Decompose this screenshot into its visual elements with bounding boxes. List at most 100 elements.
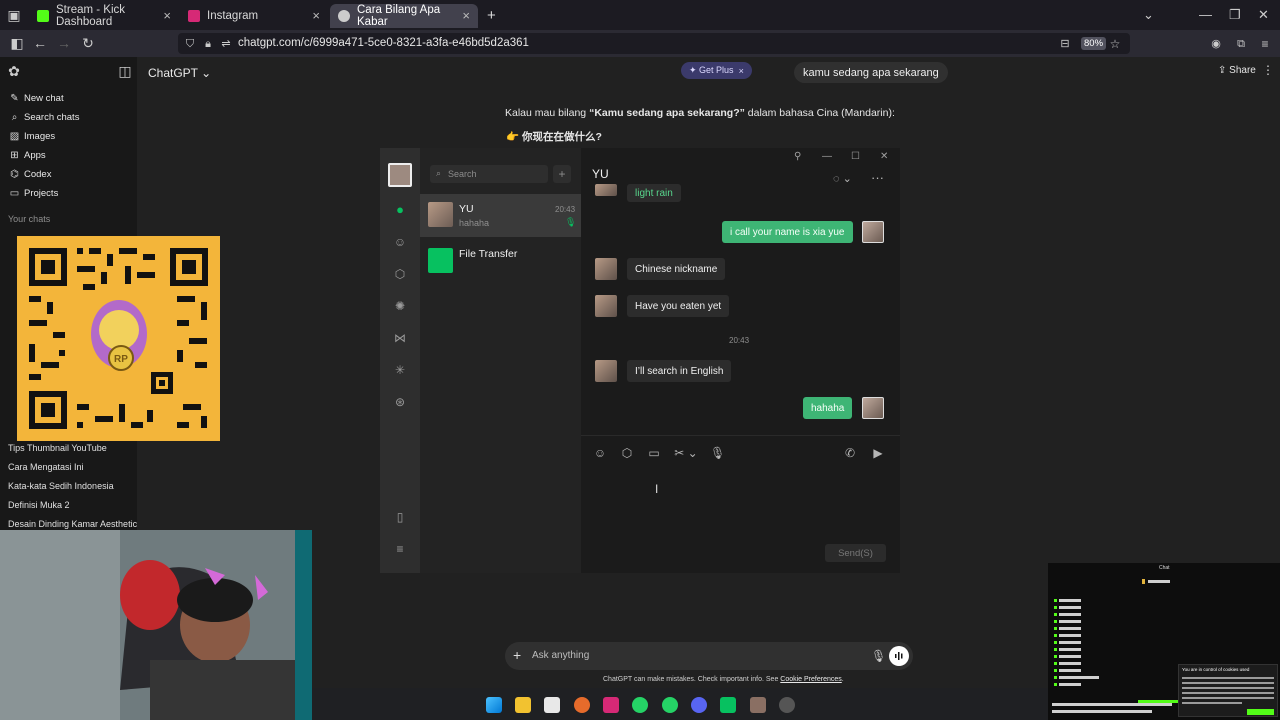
- zoom-level[interactable]: 80%: [1081, 37, 1107, 50]
- phone-icon[interactable]: ▯: [393, 510, 407, 524]
- send-button[interactable]: Send(S): [825, 544, 886, 562]
- reader-view-icon[interactable]: ⊟: [1058, 37, 1072, 51]
- account-icon[interactable]: ◉: [1209, 37, 1223, 51]
- minimize-icon[interactable]: —: [822, 151, 832, 162]
- tab-kick-dashboard[interactable]: Stream - Kick Dashboard ×: [29, 4, 179, 28]
- message-outgoing[interactable]: hahaha: [803, 397, 853, 419]
- forward-icon[interactable]: →: [57, 36, 71, 50]
- more-options-icon[interactable]: ⋮: [1262, 63, 1274, 77]
- firefox-icon[interactable]: [574, 697, 590, 713]
- menu-icon[interactable]: ≡: [1258, 37, 1272, 51]
- chat-item[interactable]: Tips Thumbnail YouTube: [8, 443, 107, 453]
- maximize-icon[interactable]: ❐: [1229, 7, 1241, 23]
- file-transfer-icon[interactable]: [428, 248, 453, 273]
- channels-icon[interactable]: ⋈: [393, 331, 407, 345]
- folder-icon[interactable]: ▭: [647, 446, 661, 460]
- message-outgoing[interactable]: i call your name is xia yue: [722, 221, 853, 243]
- contact-avatar[interactable]: [595, 295, 617, 317]
- close-icon[interactable]: ×: [163, 8, 171, 23]
- projects-item[interactable]: ▭ Projects: [9, 188, 59, 199]
- close-icon[interactable]: ×: [312, 8, 320, 23]
- tab-overview-icon[interactable]: ▣: [7, 8, 21, 22]
- microsoft-store-icon[interactable]: [544, 697, 560, 713]
- tab-chatgpt[interactable]: Cara Bilang Apa Kabar ×: [330, 4, 478, 28]
- chat-item[interactable]: Kata-kata Sedih Indonesia: [8, 481, 114, 491]
- bookmark-star-icon[interactable]: ☆: [1108, 37, 1122, 51]
- share-button[interactable]: ⇪ Share: [1218, 65, 1256, 76]
- chat-item[interactable]: Cara Mengatasi Ini: [8, 462, 84, 472]
- search-discover-icon[interactable]: ✳: [393, 363, 407, 377]
- url-text[interactable]: chatgpt.com/c/6999a471-5ce0-8321-a3fa-e4…: [238, 37, 529, 49]
- contact-avatar[interactable]: [595, 360, 617, 382]
- new-chat-item[interactable]: ✎ New chat: [9, 93, 63, 104]
- pin-icon[interactable]: ⚲: [794, 151, 801, 162]
- get-plus-button[interactable]: ✦ Get Plus ×: [681, 62, 752, 79]
- more-icon[interactable]: ···: [871, 170, 884, 185]
- screenshot-icon[interactable]: ✂ ⌄: [673, 446, 699, 460]
- emoji-icon[interactable]: ☺: [593, 446, 607, 460]
- openai-logo-icon[interactable]: ✿: [7, 64, 21, 78]
- tab-instagram[interactable]: Instagram ×: [180, 4, 328, 28]
- codex-item[interactable]: ⌬ Codex: [9, 169, 51, 180]
- microphone-icon[interactable]: 🎙︎: [871, 649, 886, 663]
- chatgpt-app-icon[interactable]: [779, 697, 795, 713]
- voice-mode-button[interactable]: [889, 646, 909, 666]
- add-button[interactable]: +: [553, 165, 571, 183]
- lock-icon[interactable]: 🔒︎: [201, 37, 215, 51]
- chat-item[interactable]: Definisi Muka 2: [8, 500, 70, 510]
- permissions-icon[interactable]: ⇌: [219, 37, 233, 51]
- close-sidebar-icon[interactable]: ◫: [118, 64, 132, 78]
- close-icon[interactable]: ✕: [880, 151, 888, 162]
- contact-avatar[interactable]: [595, 184, 617, 196]
- search-chats-item[interactable]: ⌕ Search chats: [9, 112, 80, 123]
- discord-icon[interactable]: [691, 697, 707, 713]
- contact-avatar[interactable]: [595, 258, 617, 280]
- mini-programs-icon[interactable]: ⊛: [393, 395, 407, 409]
- chats-icon[interactable]: ●: [393, 203, 407, 217]
- extensions-icon[interactable]: ⧉: [1234, 37, 1248, 51]
- settings-menu-icon[interactable]: ≡: [393, 542, 407, 556]
- start-icon[interactable]: [486, 697, 502, 713]
- wechat-icon[interactable]: [720, 697, 736, 713]
- chat-info-icon[interactable]: ◌ ⌄: [833, 172, 852, 185]
- favorites-icon[interactable]: ⬡: [393, 267, 407, 281]
- shield-icon[interactable]: ⛉: [183, 37, 197, 51]
- message-incoming[interactable]: I’ll search in English: [627, 360, 732, 382]
- images-item[interactable]: ▨ Images: [9, 131, 55, 142]
- microphone-icon: 🎙︎: [565, 217, 577, 227]
- model-selector[interactable]: ChatGPT ⌄: [148, 66, 211, 80]
- cookie-preferences-link[interactable]: Cookie Preferences: [780, 676, 841, 683]
- sticker-icon[interactable]: ⬡: [620, 446, 634, 460]
- contacts-icon[interactable]: ☺: [393, 235, 407, 249]
- app-avatar-icon[interactable]: [750, 697, 766, 713]
- moments-icon[interactable]: ✺: [393, 299, 407, 313]
- self-avatar[interactable]: [862, 221, 884, 243]
- whatsapp-icon[interactable]: [632, 697, 648, 713]
- apps-item[interactable]: ⊞ Apps: [9, 150, 45, 161]
- chat-title-pill[interactable]: kamu sedang apa sekarang: [794, 62, 948, 83]
- new-tab-button[interactable]: +: [487, 7, 496, 24]
- chat-item[interactable]: Desain Dinding Kamar Aesthetic: [8, 519, 137, 529]
- whatsapp-business-icon[interactable]: [662, 697, 678, 713]
- message-incoming[interactable]: Chinese nickname: [627, 258, 726, 280]
- video-call-icon[interactable]: ▶: [871, 446, 885, 460]
- tab-list-icon[interactable]: ⌄: [1143, 7, 1154, 23]
- self-avatar[interactable]: [388, 163, 412, 187]
- file-explorer-icon[interactable]: [515, 697, 531, 713]
- close-icon[interactable]: ×: [462, 8, 470, 23]
- minimize-icon[interactable]: —: [1199, 7, 1212, 22]
- close-window-icon[interactable]: ✕: [1258, 7, 1269, 23]
- instagram-icon[interactable]: [603, 697, 619, 713]
- voice-input-icon[interactable]: 🎙︎: [710, 446, 725, 460]
- maximize-icon[interactable]: ☐: [851, 151, 860, 162]
- back-icon[interactable]: ←: [33, 36, 47, 50]
- self-avatar[interactable]: [862, 397, 884, 419]
- reload-icon[interactable]: ↻: [81, 36, 95, 50]
- message-incoming[interactable]: light rain: [627, 184, 681, 202]
- conversation-file-transfer[interactable]: File Transfer: [459, 248, 517, 260]
- add-attachment-icon[interactable]: +: [513, 647, 521, 663]
- voice-call-icon[interactable]: ✆: [843, 446, 857, 460]
- message-incoming[interactable]: Have you eaten yet: [627, 295, 730, 317]
- qr-code-graphic: RP: [29, 248, 208, 429]
- sidebar-toggle-icon[interactable]: ◧: [10, 36, 24, 50]
